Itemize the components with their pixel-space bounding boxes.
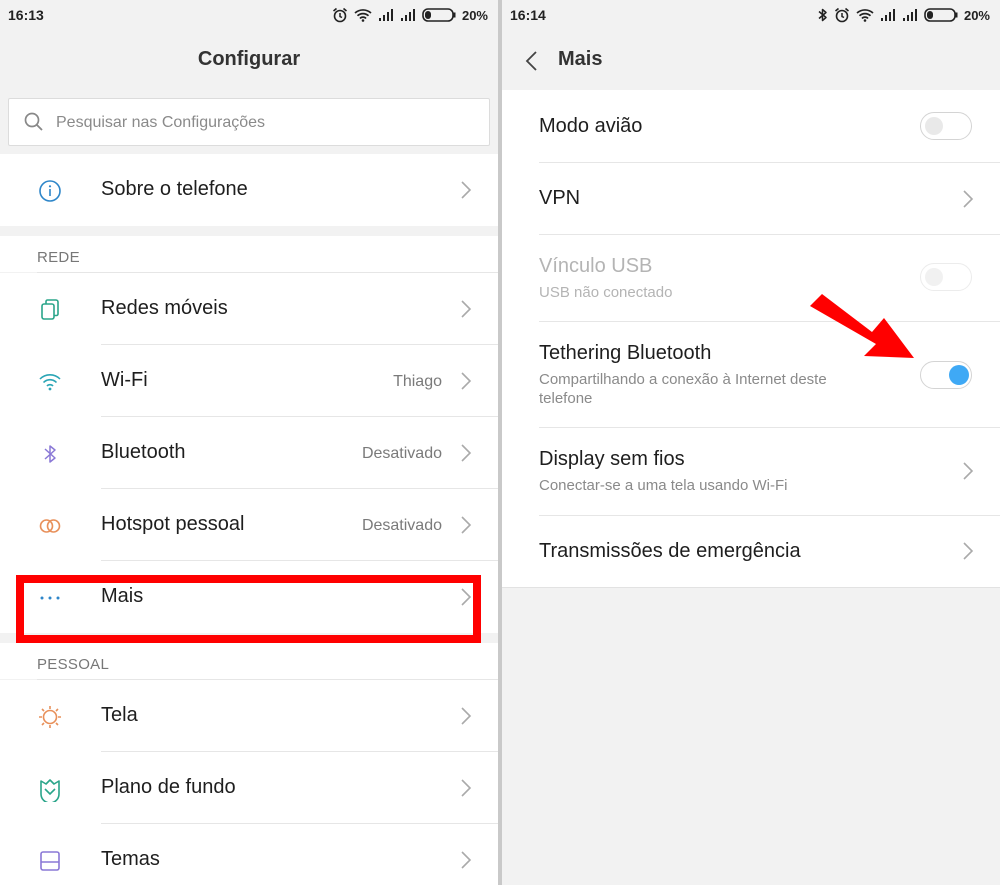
chevron-right-icon bbox=[461, 444, 472, 462]
about-group: Sobre o telefone bbox=[0, 154, 498, 226]
annotation-arrow bbox=[810, 294, 914, 358]
settings-item-label: Sobre o telefone bbox=[101, 178, 248, 200]
bluetooth-icon bbox=[44, 445, 56, 463]
more-settings-list: Modo avião VPN Vínculo USB USB não conec… bbox=[502, 90, 1000, 587]
settings-item-label: VPN bbox=[539, 187, 581, 209]
page-title: Mais bbox=[558, 48, 603, 70]
info-icon bbox=[39, 180, 61, 202]
back-arrow-icon[interactable] bbox=[520, 48, 544, 74]
wifi-icon bbox=[39, 374, 61, 391]
settings-item-label: Vínculo USB bbox=[539, 255, 653, 277]
settings-item-hotspot[interactable]: Hotspot pessoal Desativado bbox=[0, 489, 498, 561]
settings-item-label: Modo avião bbox=[539, 115, 643, 137]
more-settings-screen: 16:14 20% Mais Modo avião VPN Vínculo US… bbox=[502, 0, 1000, 885]
settings-item-label: Bluetooth bbox=[101, 441, 186, 463]
settings-item-subtitle: Compartilhando a conexão à Internet dest… bbox=[539, 371, 827, 407]
sim-cards-icon bbox=[41, 299, 59, 320]
settings-item-vpn[interactable]: VPN bbox=[539, 163, 1000, 235]
settings-item-wifi[interactable]: Wi-Fi Thiago bbox=[0, 345, 498, 417]
signal-icon bbox=[880, 9, 895, 21]
chevron-right-icon bbox=[461, 516, 472, 534]
status-time: 16:13 bbox=[8, 7, 44, 23]
signal-icon bbox=[378, 9, 393, 21]
search-input[interactable]: Pesquisar nas Configurações bbox=[8, 98, 490, 146]
chevron-right-icon bbox=[963, 542, 974, 560]
airplane-mode-toggle[interactable] bbox=[920, 112, 972, 140]
settings-item-label: Redes móveis bbox=[101, 297, 228, 319]
alarm-icon bbox=[834, 7, 849, 23]
themes-icon bbox=[40, 851, 60, 871]
settings-item-value: Thiago bbox=[393, 373, 442, 390]
settings-item-bluetooth-tethering[interactable]: Tethering Bluetooth Compartilhando a con… bbox=[539, 322, 1000, 428]
signal-icon-2 bbox=[400, 9, 415, 21]
personal-group: Tela Plano de fundo Temas bbox=[0, 680, 498, 885]
wifi-status-icon bbox=[354, 9, 372, 22]
settings-item-airplane-mode[interactable]: Modo avião bbox=[539, 90, 1000, 163]
settings-item-label: Plano de fundo bbox=[101, 776, 236, 798]
settings-screen: 16:13 20% Configurar Pesquisar nas Confi… bbox=[0, 0, 498, 885]
header: Configurar bbox=[0, 30, 498, 90]
battery-percent: 20% bbox=[461, 7, 488, 23]
status-bar: 16:14 20% bbox=[502, 0, 1000, 30]
settings-item-label: Display sem fios bbox=[539, 448, 685, 470]
search-icon bbox=[24, 112, 43, 131]
chevron-right-icon bbox=[963, 190, 974, 208]
settings-item-subtitle: Conectar-se a uma tela usando Wi-Fi bbox=[539, 477, 788, 494]
chevron-right-icon bbox=[461, 779, 472, 797]
battery-icon bbox=[924, 8, 958, 22]
chevron-right-icon bbox=[461, 181, 472, 199]
chevron-right-icon bbox=[461, 372, 472, 390]
brightness-icon bbox=[39, 706, 61, 728]
header: Mais bbox=[502, 30, 1000, 90]
bluetooth-tethering-toggle[interactable] bbox=[920, 361, 972, 389]
status-bar: 16:13 20% bbox=[0, 0, 498, 30]
battery-percent: 20% bbox=[963, 7, 990, 23]
battery-icon bbox=[422, 8, 456, 22]
status-icons: 20% bbox=[818, 6, 990, 24]
status-time: 16:14 bbox=[510, 7, 546, 23]
chevron-right-icon bbox=[461, 707, 472, 725]
wifi-status-icon bbox=[856, 9, 874, 22]
settings-item-about[interactable]: Sobre o telefone bbox=[0, 154, 498, 226]
settings-item-mobile-networks[interactable]: Redes móveis bbox=[0, 273, 498, 345]
status-icons: 20% bbox=[332, 6, 488, 24]
settings-item-wireless-display[interactable]: Display sem fios Conectar-se a uma tela … bbox=[539, 428, 1000, 516]
section-title: PESSOAL bbox=[37, 656, 110, 673]
usb-tethering-toggle bbox=[920, 263, 972, 291]
settings-item-label: Tela bbox=[101, 704, 138, 726]
settings-item-label: Tethering Bluetooth bbox=[539, 342, 712, 364]
bluetooth-status-icon bbox=[818, 8, 827, 22]
section-header-network: REDE bbox=[0, 226, 498, 272]
settings-item-label: Temas bbox=[101, 848, 160, 870]
settings-item-label: Wi-Fi bbox=[101, 369, 148, 391]
settings-item-label: Transmissões de emergência bbox=[539, 540, 801, 562]
wallpaper-icon bbox=[40, 779, 60, 802]
settings-item-emergency-broadcasts[interactable]: Transmissões de emergência bbox=[539, 516, 1000, 587]
section-title: REDE bbox=[37, 249, 80, 266]
highlight-box bbox=[16, 575, 481, 643]
chevron-right-icon bbox=[461, 851, 472, 869]
settings-item-wallpaper[interactable]: Plano de fundo bbox=[0, 752, 498, 824]
settings-item-value: Desativado bbox=[361, 445, 442, 462]
settings-item-bluetooth[interactable]: Bluetooth Desativado bbox=[0, 417, 498, 489]
signal-icon-2 bbox=[902, 9, 917, 21]
settings-item-display[interactable]: Tela bbox=[0, 680, 498, 752]
hotspot-icon bbox=[39, 519, 61, 533]
settings-item-label: Hotspot pessoal bbox=[101, 513, 245, 535]
alarm-icon bbox=[332, 7, 347, 23]
page-title: Configurar bbox=[197, 48, 301, 70]
chevron-right-icon bbox=[963, 462, 974, 480]
settings-item-usb-tethering: Vínculo USB USB não conectado bbox=[539, 235, 1000, 322]
chevron-right-icon bbox=[461, 300, 472, 318]
search-placeholder: Pesquisar nas Configurações bbox=[56, 114, 266, 131]
settings-item-value: Desativado bbox=[361, 517, 442, 534]
settings-item-themes[interactable]: Temas bbox=[0, 824, 498, 885]
